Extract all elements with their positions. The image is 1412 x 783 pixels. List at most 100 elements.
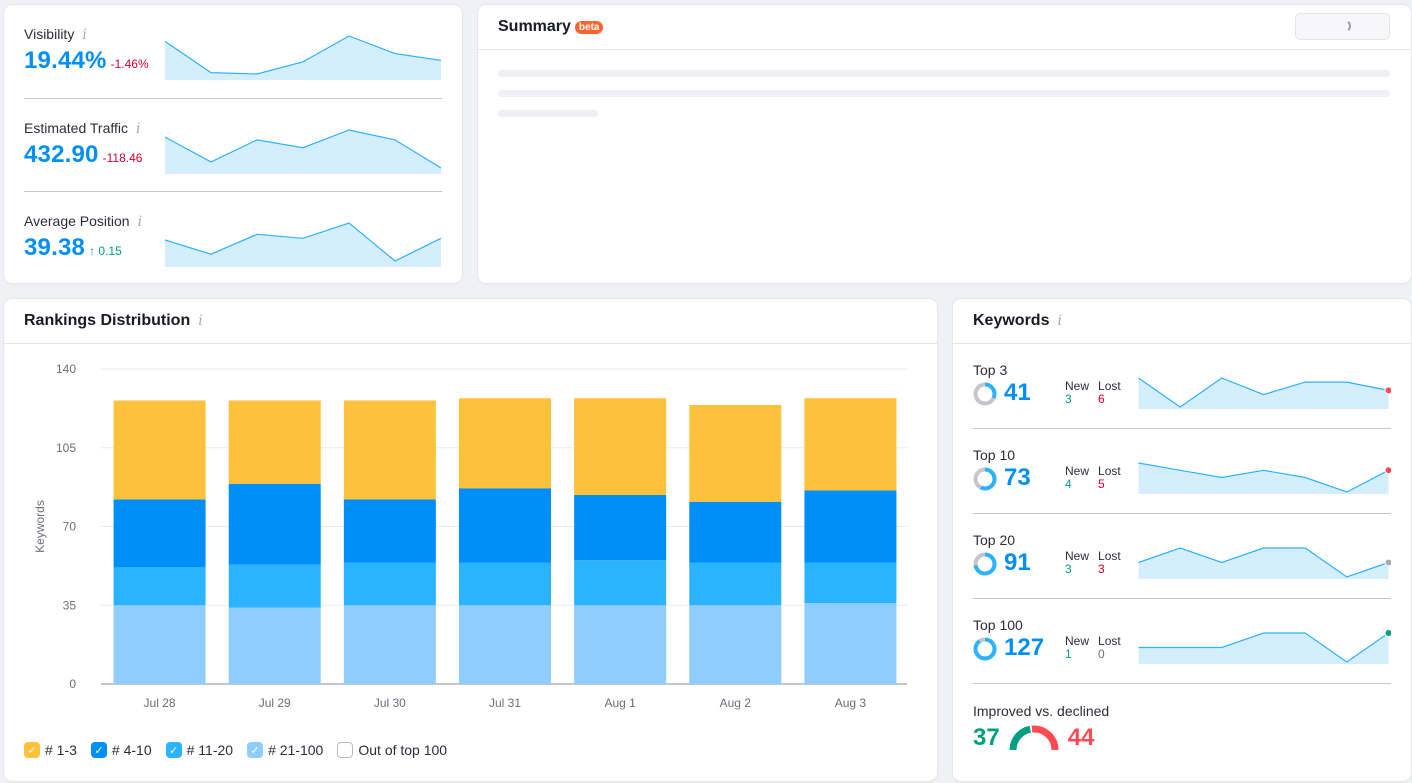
bar-segment[interactable] — [574, 605, 667, 684]
gauge-improved-arc — [1009, 725, 1031, 751]
legend-checkbox[interactable]: ✓ — [24, 742, 40, 758]
new-count[interactable]: 4 — [1065, 478, 1089, 491]
metrics-card: Visibility i 19.44% -1.46% Estimated Traff… — [4, 5, 462, 283]
bar-segment[interactable] — [343, 605, 436, 684]
bar-segment[interactable] — [804, 398, 897, 491]
bucket-sparkline — [1138, 377, 1391, 409]
improved-declined: 37 44 — [973, 723, 1094, 753]
bar-segment[interactable] — [228, 483, 321, 565]
legend-label: # 11-20 — [186, 742, 234, 758]
bar-segment[interactable] — [804, 490, 897, 563]
lost-count[interactable]: 5 — [1098, 478, 1121, 491]
bar-segment[interactable] — [574, 495, 667, 561]
bar-segment[interactable] — [113, 499, 206, 568]
traffic-sparkline — [165, 129, 441, 174]
bucket-label: Top 3 — [973, 362, 1008, 378]
bar-segment[interactable] — [228, 607, 321, 685]
bar-segment[interactable] — [574, 560, 667, 606]
chart-legend: ✓ # 1-3 ✓ # 4-10 ✓ # 11-20 ✓ # 21-100 Out of top… — [24, 742, 461, 758]
bar-segment[interactable] — [113, 400, 206, 500]
skeleton-line — [498, 110, 598, 117]
info-icon[interactable]: i — [198, 313, 202, 329]
bar-segment[interactable] — [574, 398, 667, 495]
donut-fill — [973, 637, 997, 661]
legend-item[interactable]: ✓ # 11-20 — [165, 742, 234, 758]
metric-average-position: Average Position i 39.38 ↑ 0.15 — [24, 191, 442, 284]
rankings-header: Rankings Distribution i — [4, 299, 937, 344]
lost-count[interactable]: 0 — [1098, 648, 1121, 661]
bucket-donut-icon — [973, 637, 997, 661]
sparkline-last-point — [1384, 629, 1391, 637]
metric-value: 19.44% — [24, 47, 107, 74]
metric-label: Average Position — [24, 213, 130, 229]
bar-segment[interactable] — [343, 400, 436, 500]
loading-button[interactable] — [1295, 13, 1390, 40]
bar-segment[interactable] — [459, 398, 551, 489]
bucket-count[interactable]: 41 — [1004, 379, 1031, 407]
keyword-bucket-row: Top 20 91 New 3 Lost 3 — [973, 514, 1391, 599]
info-icon[interactable]: i — [1057, 313, 1061, 329]
new-count[interactable]: 3 — [1065, 393, 1089, 406]
y-axis-title: Keywords — [33, 500, 47, 553]
x-tick-label: Jul 29 — [259, 696, 291, 710]
bar-segment[interactable] — [689, 405, 782, 502]
position-sparkline — [165, 222, 441, 267]
bar-segment[interactable] — [804, 603, 897, 684]
info-icon[interactable]: i — [138, 214, 142, 230]
bucket-count[interactable]: 73 — [1004, 464, 1031, 492]
bar-segment[interactable] — [113, 605, 206, 684]
bar-segment[interactable] — [459, 605, 551, 684]
new-count[interactable]: 1 — [1065, 648, 1089, 661]
bar-segment[interactable] — [228, 400, 321, 484]
bar-segment[interactable] — [343, 499, 436, 563]
bucket-label: Top 10 — [973, 447, 1016, 463]
legend-checkbox[interactable]: ✓ — [90, 742, 107, 758]
declined-count: 44 — [1067, 724, 1095, 751]
metric-value: 432.90 — [24, 141, 99, 168]
sparkline-area — [165, 36, 441, 80]
bar-segment[interactable] — [343, 562, 436, 606]
bar-segment[interactable] — [689, 562, 782, 606]
x-tick-label: Aug 2 — [720, 696, 752, 710]
y-tick-label: 70 — [63, 520, 77, 534]
legend-item[interactable]: ✓ # 21-100 — [247, 742, 323, 758]
x-tick-label: Jul 30 — [374, 696, 406, 710]
bar-segment[interactable] — [689, 501, 782, 563]
keywords-title: Keywords — [973, 312, 1050, 329]
bar-segment[interactable] — [113, 567, 206, 606]
info-icon[interactable]: i — [136, 121, 140, 137]
bar-segment[interactable] — [228, 564, 321, 608]
sparkline-area — [165, 130, 441, 174]
legend-item[interactable]: Out of top 100 — [337, 742, 447, 758]
bar-segment[interactable] — [459, 488, 551, 563]
legend-item[interactable]: ✓ # 4-10 — [90, 742, 152, 758]
summary-title: Summary — [498, 18, 571, 35]
legend-item[interactable]: ✓ # 1-3 — [24, 742, 77, 758]
rankings-title: Rankings Distribution — [24, 312, 191, 329]
improved-declined-label: Improved vs. declined — [973, 703, 1110, 719]
bar-segment[interactable] — [689, 605, 782, 684]
bucket-label: Top 100 — [973, 617, 1023, 633]
sparkline-last-point — [1384, 558, 1391, 567]
legend-checkbox[interactable]: ✓ — [247, 742, 264, 758]
bucket-sparkline — [1138, 629, 1391, 664]
metric-delta: -118.46 — [102, 151, 143, 165]
sparkline-area — [165, 223, 441, 267]
bucket-count[interactable]: 127 — [1004, 634, 1044, 662]
info-icon[interactable]: i — [82, 27, 86, 43]
legend-checkbox[interactable]: ✓ — [165, 742, 182, 758]
lost-count[interactable]: 3 — [1098, 563, 1121, 576]
rankings-distribution-card: Rankings Distribution i 0 35 70 105 140 Keywo… — [4, 299, 937, 781]
sparkline-area — [1138, 548, 1389, 579]
legend-label: Out of top 100 — [358, 742, 448, 758]
metric-delta: -1.46% — [110, 57, 149, 71]
gauge-declined-arc — [1031, 725, 1059, 751]
new-count[interactable]: 3 — [1065, 563, 1089, 576]
legend-checkbox[interactable] — [337, 742, 354, 758]
bar-segment[interactable] — [459, 562, 551, 606]
lost-count[interactable]: 6 — [1098, 393, 1121, 406]
sparkline-last-point — [1384, 386, 1391, 395]
metric-visibility: Visibility i 19.44% -1.46% — [24, 5, 442, 98]
bar-segment[interactable] — [804, 562, 897, 604]
bucket-count[interactable]: 91 — [1004, 549, 1031, 577]
